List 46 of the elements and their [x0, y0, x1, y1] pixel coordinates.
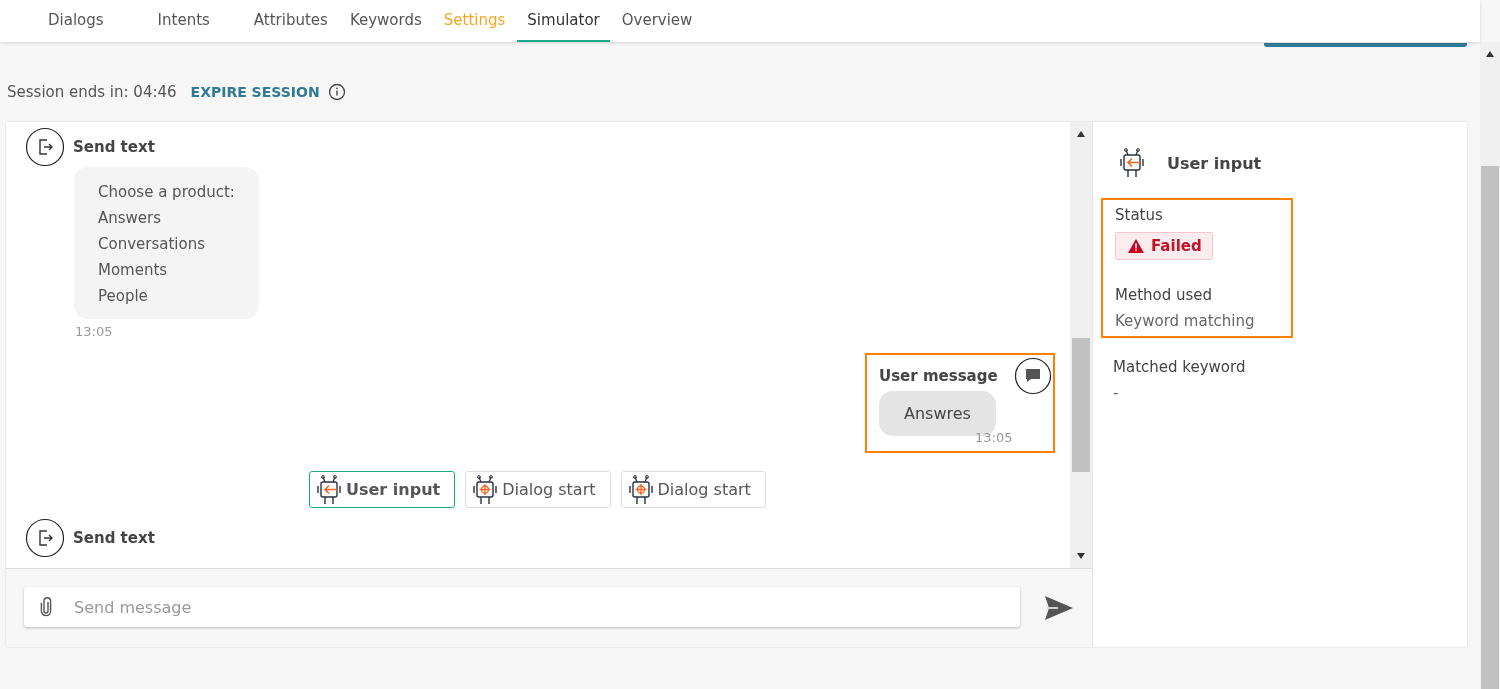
robot-icon: [472, 474, 499, 505]
field-label: Method used: [1115, 286, 1214, 304]
message-line: Answers: [98, 208, 163, 229]
nav-tab[interactable]: Overview: [611, 0, 703, 42]
nav-tab[interactable]: Intents: [147, 0, 220, 42]
nav-tab[interactable]: Attributes: [243, 0, 338, 42]
field-value: -: [1113, 384, 1120, 402]
message-title: User message: [879, 367, 998, 385]
flow-step-chip[interactable]: Dialog start: [465, 471, 611, 508]
chat-bubble-icon: [1014, 357, 1052, 395]
field-label: Matched keyword: [1113, 358, 1247, 376]
flow-step-chip[interactable]: Dialog start: [620, 471, 766, 508]
nav-tab[interactable]: Keywords: [339, 0, 432, 42]
message-line: Conversations: [98, 234, 206, 255]
message-time: 13:05: [75, 324, 114, 339]
panel-title: User input: [1167, 153, 1262, 173]
paperclip-icon[interactable]: [40, 597, 52, 617]
robot-icon: [1119, 146, 1145, 180]
field-value: Keyword matching: [1115, 312, 1256, 330]
expire-session-link[interactable]: EXPIRE SESSION: [190, 84, 320, 100]
message-input-field[interactable]: Send message: [24, 587, 1020, 627]
warning-icon: [1127, 238, 1145, 254]
nav-tab[interactable]: Dialogs: [38, 0, 114, 42]
send-icon[interactable]: [1044, 595, 1074, 621]
robot-icon: [627, 474, 654, 505]
status-badge: Failed: [1115, 232, 1213, 260]
message-line: Choose a product:: [98, 182, 235, 203]
info-icon[interactable]: [327, 83, 346, 101]
scrollbar-thumb[interactable]: [1072, 338, 1090, 472]
robot-icon: [316, 474, 342, 505]
page-scrollbar[interactable]: [1480, 42, 1500, 689]
message-line: Moments: [98, 260, 169, 281]
message-title: Send text: [73, 529, 155, 547]
nav-tab[interactable]: Simulator: [517, 0, 610, 42]
scroll-down-icon[interactable]: [1076, 552, 1086, 560]
flow-step-chip[interactable]: User input: [309, 471, 456, 508]
message-time: 13:05: [975, 430, 1014, 445]
scroll-up-icon[interactable]: [1076, 130, 1086, 138]
scroll-up-icon[interactable]: [1485, 50, 1495, 58]
session-timer: Session ends in: 04:46: [7, 83, 177, 101]
message-line: People: [98, 286, 149, 307]
field-label: Status: [1115, 206, 1164, 224]
message-title: Send text: [73, 138, 155, 156]
chat-scrollbar[interactable]: [1070, 122, 1092, 568]
scrollbar-thumb[interactable]: [1481, 166, 1499, 689]
message-line: Answres: [904, 404, 971, 423]
